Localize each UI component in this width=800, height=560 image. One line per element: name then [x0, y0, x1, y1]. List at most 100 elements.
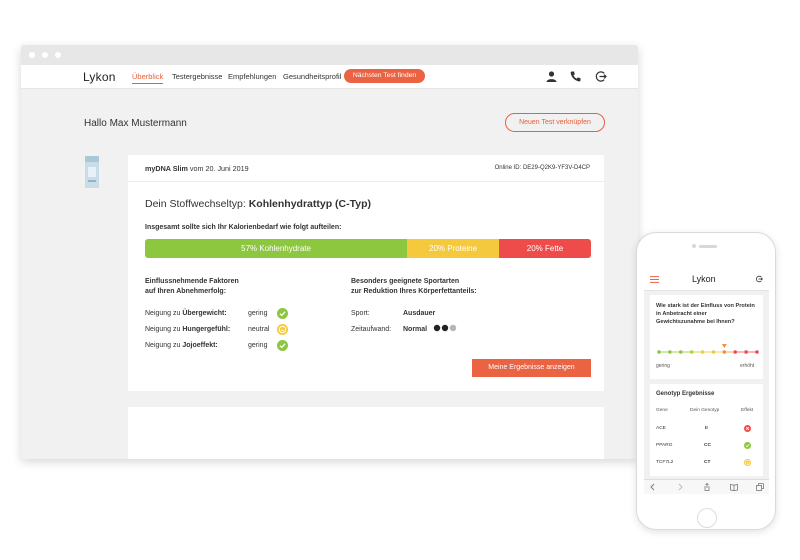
mobile-question-card: Wie stark ist der Einfluss von Protein i… — [650, 295, 763, 379]
nav-item-recommendations[interactable]: Empfehlungen — [228, 72, 276, 81]
check-circle-icon — [277, 340, 288, 351]
table-cell-genotype: CT — [704, 460, 711, 465]
logout-icon[interactable] — [755, 275, 763, 283]
scale-point — [733, 350, 738, 354]
macro-segment-carbs: 57% Kohlenhydrate — [145, 239, 408, 258]
card-header: myDNA Slim vom 20. Juni 2019 Online ID: … — [128, 155, 604, 182]
cross-circle-icon — [744, 425, 751, 432]
genotype-heading: Genotyp Ergebnisse — [656, 391, 715, 397]
factor-value: gering — [248, 342, 268, 349]
scale-point — [678, 350, 683, 354]
protein-question: Wie stark ist der Einfluss von Protein i… — [656, 303, 755, 325]
phone-icon[interactable] — [569, 70, 582, 83]
home-button[interactable] — [697, 508, 717, 528]
scale-high-label: erhöht — [740, 363, 755, 369]
macro-segment-fat: 20% Fette — [499, 239, 591, 258]
back-arrow-icon[interactable] — [649, 483, 657, 491]
table-cell-gene: ACE — [656, 426, 666, 431]
effort-label: Zeitaufwand: — [351, 326, 392, 333]
mobile-screen: Lykon Wie stark ist der Einfluss von Pro… — [644, 268, 769, 494]
scale-point — [689, 350, 694, 354]
factor-prefix: Neigung zu — [145, 310, 181, 317]
camera-icon — [692, 244, 696, 248]
browser-titlebar — [21, 45, 638, 65]
calorie-split-label: Insgesamt sollte sich Ihr Kalorienbedarf… — [145, 224, 342, 231]
neutral-face-icon — [277, 324, 288, 335]
table-cell-gene: PPARG — [656, 443, 673, 448]
nav-item-test-results[interactable]: Testergebnisse — [172, 72, 222, 81]
mobile-genotype-card: Genotyp Ergebnisse Gene Dein Genotyp Eff… — [650, 384, 763, 476]
top-navbar: Lykon Überblick Testergebnisse Empfehlun… — [21, 65, 638, 89]
scale-point — [744, 350, 748, 354]
find-next-test-button[interactable]: Nächsten Test finden — [344, 69, 425, 83]
factor-prefix: Neigung zu — [145, 342, 181, 349]
factor-name: Hungergefühl: — [182, 326, 231, 333]
factor-value: gering — [248, 310, 268, 317]
factor-name: Jojoeffekt: — [182, 342, 218, 349]
table-cell-genotype: CC — [704, 443, 711, 448]
effort-level-indicator — [433, 324, 457, 332]
macro-split-bar: 57% Kohlenhydrate 20% Proteine 20% Fette — [145, 239, 591, 258]
factor-label: Neigung zu Jojoeffekt: — [145, 342, 218, 349]
nav-item-health-profile[interactable]: Gesundheitsprofil — [283, 72, 341, 81]
greeting-heading: Hallo Max Mustermann — [84, 118, 187, 129]
factors-heading-line: Einflussnehmende Faktoren — [145, 278, 239, 285]
user-icon[interactable] — [545, 70, 558, 83]
link-new-test-button[interactable]: Neuen Test verknüpfen — [505, 113, 605, 132]
scale-point — [722, 350, 727, 354]
mobile-navbar: Lykon — [644, 268, 769, 291]
scale-marker-icon — [721, 344, 727, 348]
scale-point — [668, 350, 672, 354]
tabs-icon[interactable] — [756, 483, 764, 491]
mobile-brand-logo[interactable]: Lykon — [692, 274, 716, 284]
sport-value: Ausdauer — [403, 310, 436, 317]
product-name: myDNA Slim — [145, 164, 188, 173]
risk-scale — [657, 344, 759, 354]
scale-point — [700, 350, 705, 354]
browser-window: Lykon Überblick Testergebnisse Empfehlun… — [21, 45, 638, 459]
nav-item-overview[interactable]: Überblick — [132, 72, 164, 84]
sport-label: Sport: — [351, 310, 370, 317]
check-circle-icon — [744, 442, 751, 449]
sport-heading: Besonders geeignete Sportarten zur Redukt… — [351, 277, 477, 297]
window-dot-icon[interactable] — [42, 52, 48, 58]
effort-value: Normal — [403, 326, 428, 333]
sport-heading-line: Besonders geeignete Sportarten — [351, 278, 460, 285]
factor-name: Übergewicht: — [182, 310, 227, 317]
bookmarks-icon[interactable] — [730, 483, 738, 491]
metabolic-type: Dein Stoffwechseltyp: Kohlenhydrattyp (C… — [145, 198, 371, 210]
brand-logo[interactable]: Lykon — [83, 70, 116, 84]
factors-heading: Einflussnehmende Faktoren auf Ihren Abneh… — [145, 277, 239, 297]
window-dot-icon[interactable] — [55, 52, 61, 58]
forward-arrow-icon[interactable] — [676, 483, 684, 491]
metabolic-type-value: Kohlenhydrattyp (C-Typ) — [248, 198, 372, 210]
test-kit-image — [85, 156, 99, 188]
speaker-icon — [699, 245, 717, 248]
sport-heading-line: zur Reduktion Ihres Körperfettanteils: — [351, 288, 477, 295]
share-icon[interactable] — [703, 483, 711, 491]
logout-icon[interactable] — [594, 70, 607, 83]
scale-point — [657, 350, 661, 354]
factors-heading-line: auf Ihren Abnehmerfolg: — [145, 288, 227, 295]
show-results-button[interactable]: Meine Ergebnisse anzeigen — [472, 359, 591, 377]
neutral-face-icon — [744, 459, 751, 466]
effort-dot — [433, 324, 441, 332]
factor-label: Neigung zu Hungergefühl: — [145, 326, 230, 333]
scale-point — [711, 350, 716, 354]
table-header-gene: Gene — [656, 408, 668, 413]
window-dot-icon[interactable] — [29, 52, 35, 58]
second-card — [128, 407, 604, 459]
hamburger-menu-icon[interactable] — [650, 276, 659, 283]
metabolic-type-prefix: Dein Stoffwechseltyp: — [145, 198, 246, 210]
mobile-device: Lykon Wie stark ist der Einfluss von Pro… — [636, 232, 776, 530]
test-title: myDNA Slim vom 20. Juni 2019 — [145, 164, 249, 173]
table-header-genotype: Dein Genotyp — [690, 408, 720, 413]
effort-dot — [441, 324, 449, 332]
test-result-card: myDNA Slim vom 20. Juni 2019 Online ID: … — [128, 155, 604, 391]
factor-value: neutral — [248, 326, 270, 333]
effort-dot — [449, 324, 457, 332]
table-cell-genotype: II — [705, 426, 708, 431]
factor-label: Neigung zu Übergewicht: — [145, 310, 227, 317]
macro-segment-protein: 20% Proteine — [407, 239, 500, 258]
scale-low-label: gering — [656, 363, 670, 369]
